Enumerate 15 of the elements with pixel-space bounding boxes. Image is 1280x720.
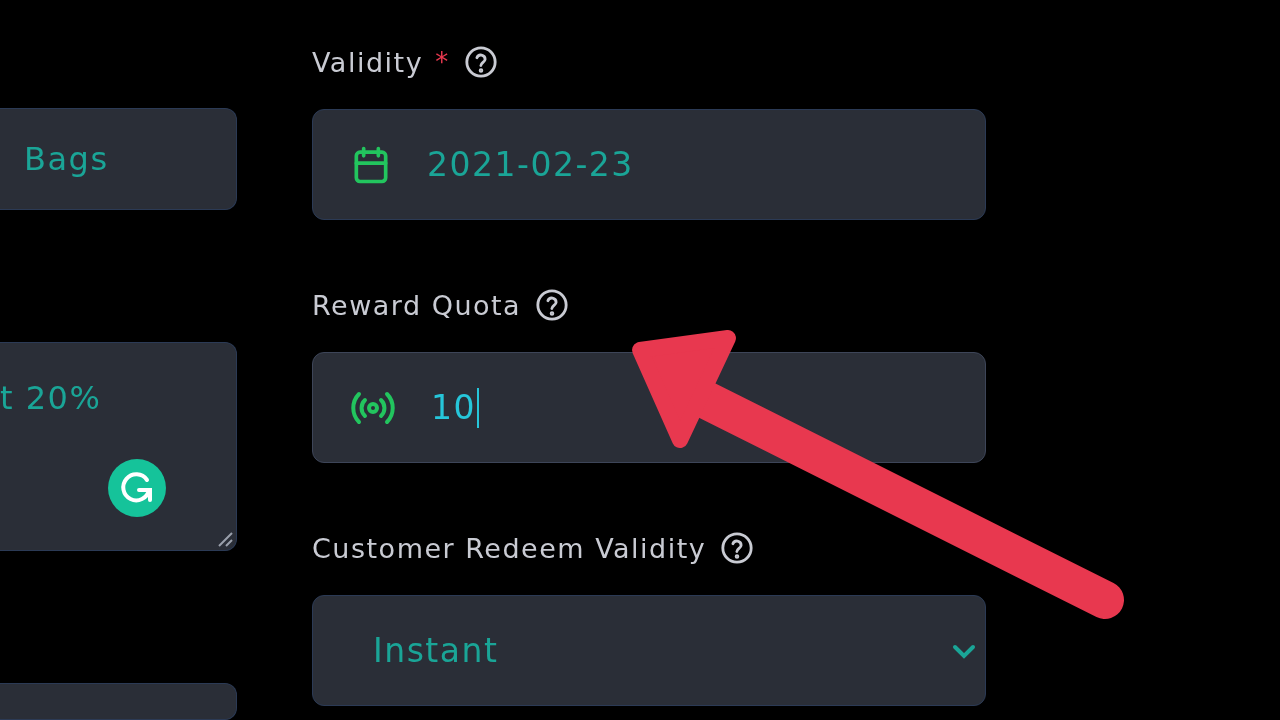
text-field[interactable]: Bags [0, 108, 237, 211]
field-label: Reward Quota [312, 289, 522, 321]
text-field[interactable] [0, 683, 237, 720]
help-icon[interactable] [720, 531, 755, 565]
resize-handle-icon[interactable] [216, 530, 234, 549]
text-area[interactable]: t 20% [0, 342, 237, 552]
help-icon[interactable] [463, 45, 498, 79]
select-field[interactable]: Instant [312, 595, 986, 706]
grammar-assistant-icon[interactable] [107, 458, 167, 519]
help-icon[interactable] [535, 288, 570, 322]
text-cursor [477, 387, 479, 428]
date-field[interactable]: 2021-02-23 [312, 109, 986, 220]
field-label: Validity [312, 46, 424, 78]
required-asterisk: * [435, 47, 450, 77]
field-label: Customer Redeem Validity [312, 532, 707, 564]
